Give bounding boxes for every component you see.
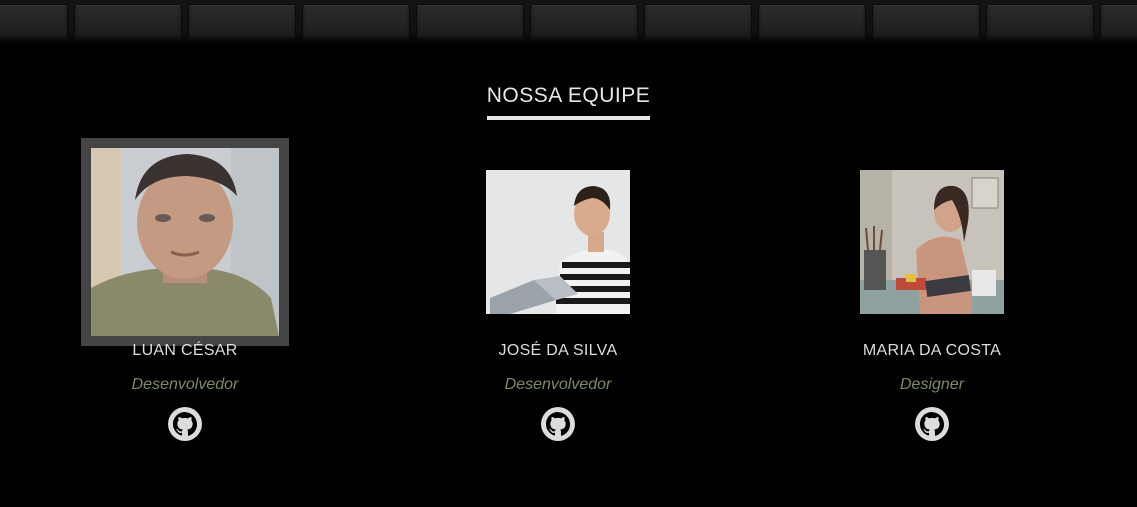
member-photo — [860, 170, 1004, 314]
github-icon[interactable] — [541, 407, 575, 441]
member-photo — [486, 170, 630, 314]
section-title-wrap: NOSSA EQUIPE — [0, 84, 1137, 120]
member-role: Designer — [899, 376, 965, 393]
member-name: LUAN CÉSAR — [132, 342, 238, 359]
github-icon[interactable] — [168, 407, 202, 441]
member-photo-frame[interactable] — [486, 170, 630, 314]
member-name: MARIA DA COSTA — [862, 342, 1002, 359]
member-photo-frame[interactable] — [81, 138, 289, 346]
brick-wall-banner — [0, 0, 1137, 44]
github-icon[interactable] — [915, 407, 949, 441]
member-role: Desenvolvedor — [504, 376, 612, 393]
section-title: NOSSA EQUIPE — [486, 84, 651, 120]
member-photo-frame[interactable] — [860, 170, 1004, 314]
member-photo — [91, 148, 279, 336]
member-role: Desenvolvedor — [131, 376, 239, 393]
member-name: JOSÉ DA SILVA — [498, 342, 618, 359]
team-section: NOSSA EQUIPE LUAN CÉSAR Desenvolvedor JO… — [0, 0, 1137, 507]
